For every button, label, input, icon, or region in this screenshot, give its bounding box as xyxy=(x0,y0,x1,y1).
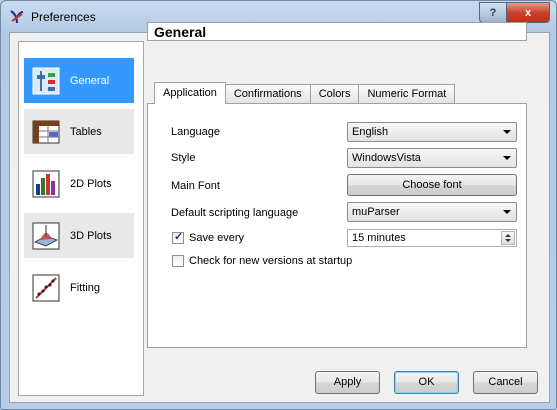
sidebar-item-general[interactable]: General xyxy=(24,58,134,103)
sidebar-item-label: General xyxy=(70,74,110,87)
sidebar-item-label: Tables xyxy=(70,125,102,138)
sidebar-item-tables[interactable]: Tables xyxy=(24,109,134,154)
language-select[interactable]: English xyxy=(347,122,517,142)
tab-confirmations[interactable]: Confirmations xyxy=(224,84,311,103)
tab-colors[interactable]: Colors xyxy=(309,84,360,103)
preferences-window: Preferences ? x General Tables 2D Plots … xyxy=(0,0,557,410)
main-font-label: Main Font xyxy=(171,180,220,192)
close-button[interactable]: x xyxy=(507,2,550,23)
style-select[interactable]: WindowsVista xyxy=(347,148,517,168)
apply-button[interactable]: Apply xyxy=(315,371,380,394)
sidebar-item-2d-plots[interactable]: 2D Plots xyxy=(24,161,134,206)
sidebar-item-label: Fitting xyxy=(70,281,100,294)
language-label: Language xyxy=(171,126,220,138)
style-label: Style xyxy=(171,152,196,164)
ok-button[interactable]: OK xyxy=(394,371,459,394)
app-icon xyxy=(10,10,24,24)
panel-title: General xyxy=(147,22,527,41)
style-value: WindowsVista xyxy=(352,152,421,164)
tab-bar: Application Confirmations Colors Numeric… xyxy=(154,82,456,104)
fitting-icon xyxy=(32,274,60,301)
window-title: Preferences xyxy=(31,10,96,24)
sidebar-item-3d-plots[interactable]: 3D Plots xyxy=(24,213,134,258)
choose-font-button[interactable]: Choose font xyxy=(347,174,517,196)
chevron-down-icon xyxy=(503,130,511,134)
chevron-down-icon xyxy=(503,210,511,214)
language-value: English xyxy=(352,126,389,138)
checkmark-icon: ✓ xyxy=(174,231,184,243)
scripting-language-label: Default scripting language xyxy=(171,207,299,219)
save-interval-value: 15 minutes xyxy=(352,232,406,244)
sidebar-item-fitting[interactable]: Fitting xyxy=(24,265,134,310)
general-settings-icon xyxy=(32,67,60,94)
tab-application[interactable]: Application xyxy=(154,82,226,104)
help-button[interactable]: ? xyxy=(479,2,507,23)
bar-chart-icon xyxy=(32,170,60,197)
sidebar-item-label: 3D Plots xyxy=(70,229,112,242)
save-every-checkbox[interactable]: ✓ xyxy=(172,231,184,244)
cancel-button[interactable]: Cancel xyxy=(473,371,538,394)
table-icon xyxy=(32,120,60,143)
check-updates-label: Check for new versions at startup xyxy=(189,255,353,267)
chevron-down-icon xyxy=(503,156,511,160)
sidebar-item-label: 2D Plots xyxy=(70,177,112,190)
save-interval-spinbox[interactable]: 15 minutes xyxy=(347,229,517,247)
check-updates-checkbox[interactable] xyxy=(172,255,184,267)
3d-plot-icon xyxy=(32,222,60,249)
save-every-label: Save every xyxy=(189,232,245,244)
scripting-language-value: muParser xyxy=(352,206,400,218)
tab-numeric-format[interactable]: Numeric Format xyxy=(358,84,456,103)
spin-arrows-icon[interactable] xyxy=(501,231,515,245)
scripting-language-select[interactable]: muParser xyxy=(347,202,517,222)
